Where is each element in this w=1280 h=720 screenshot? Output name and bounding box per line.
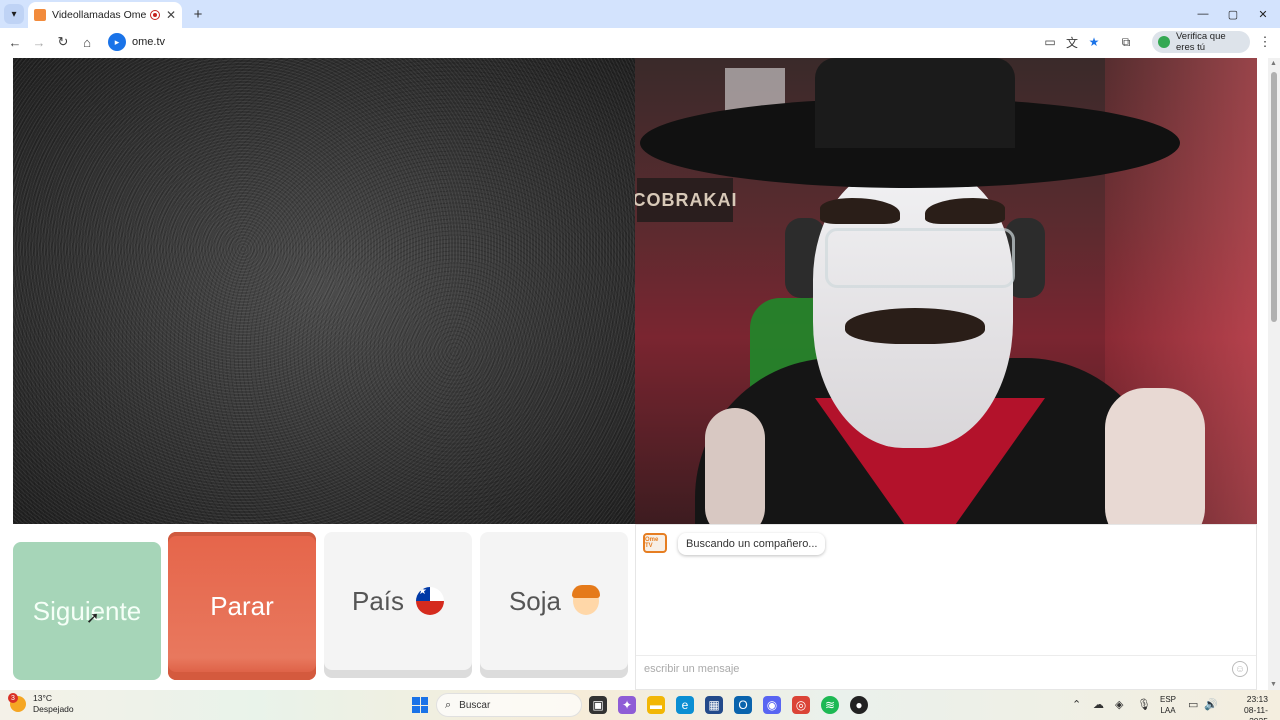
chrome-icon[interactable]: ◎ <box>792 696 810 714</box>
extensions-icon[interactable]: ⧉ <box>1118 34 1134 50</box>
close-window-button[interactable]: ✕ <box>1248 4 1278 24</box>
ometv-favicon-icon <box>34 9 46 21</box>
windows-start-icon[interactable] <box>412 697 428 713</box>
scroll-down-icon[interactable]: ▼ <box>1270 681 1277 688</box>
back-button[interactable]: ← <box>5 32 25 52</box>
clock-time: 23:13 <box>1246 694 1268 704</box>
page-scrollbar[interactable]: ▲ ▼ <box>1268 58 1280 690</box>
ometv-page: COBRAKAI Siguiente Parar País Soja ➚ <box>0 56 1280 690</box>
tab-list-icon[interactable]: ▾ <box>4 4 24 24</box>
language-code: ESP <box>1160 695 1177 704</box>
chat-panel: Ome TV Buscando un compañero... escribir… <box>635 524 1257 690</box>
tab-title: Videollamadas OmeTV — A <box>52 9 146 21</box>
browser-tab-bar: ▾ Videollamadas OmeTV — A ✕ + — ▢ ✕ <box>0 0 1280 28</box>
discord-icon[interactable]: ◉ <box>763 696 781 714</box>
country-button[interactable]: País <box>324 532 472 670</box>
remote-video-hat-crown <box>815 58 1015 148</box>
weather-sun-icon: 3 <box>8 693 26 712</box>
system-clock[interactable]: 23:13 08-11-2025 <box>1226 694 1268 720</box>
scrollbar-thumb[interactable] <box>1271 72 1277 322</box>
country-button-label: País <box>351 585 405 616</box>
browser-tab-ometv[interactable]: Videollamadas OmeTV — A ✕ <box>28 2 182 28</box>
scroll-up-icon[interactable]: ▲ <box>1270 60 1277 67</box>
bookmark-star-icon[interactable]: ★ <box>1086 34 1102 50</box>
windows-taskbar: 3 13°C Despejado ⌕ Buscar ▣ ✦ ▬ e ▦ O ◉ … <box>0 690 1280 720</box>
new-tab-button[interactable]: + <box>188 4 208 24</box>
tab-close-icon[interactable]: ✕ <box>166 8 176 22</box>
boy-emoji-icon <box>572 585 601 615</box>
translate-icon[interactable]: 文 <box>1064 34 1080 50</box>
weather-text: 13°C Despejado <box>33 693 74 715</box>
keyboard-layout: LAA <box>1160 706 1176 715</box>
show-hidden-icons-icon[interactable]: ⌃ <box>1072 698 1081 711</box>
reload-button[interactable]: ↻ <box>53 32 73 52</box>
chat-status-message: Buscando un compañero... <box>678 533 826 555</box>
chat-input-placeholder: escribir un mensaje <box>644 662 740 675</box>
taskbar-search-placeholder: Buscar <box>459 699 491 711</box>
display-icon[interactable]: ▭ <box>1188 698 1198 711</box>
emoji-icon[interactable]: ☺ <box>1232 661 1248 677</box>
maximize-button[interactable]: ▢ <box>1218 4 1248 24</box>
stop-button[interactable]: Parar <box>168 532 316 680</box>
call-controls: Siguiente Parar País Soja ➚ <box>0 524 635 690</box>
profile-avatar-icon <box>1158 36 1170 48</box>
chile-flag-icon <box>416 587 445 615</box>
network-tray-icon[interactable]: ◈ <box>1115 698 1123 711</box>
minimize-button[interactable]: — <box>1188 4 1218 24</box>
copilot-icon[interactable]: ✦ <box>618 696 636 714</box>
local-video-static <box>13 58 635 524</box>
edge-icon[interactable]: e <box>676 696 694 714</box>
gender-button-label: Soja <box>508 585 562 616</box>
chat-message-input[interactable]: escribir un mensaje ☺ <box>636 655 1256 681</box>
file-explorer-icon[interactable]: ▬ <box>647 696 665 714</box>
weather-condition: Despejado <box>33 704 74 714</box>
recording-icon <box>149 10 160 20</box>
microphone-icon[interactable]: 🎙 <box>1137 698 1151 711</box>
remote-video: COBRAKAI <box>635 58 1257 524</box>
browser-toolbar: ← → ↻ ⌂ ▸ ome.tv ▭ 文 ★ ⧉ Verifica que er… <box>0 28 1280 56</box>
ometv-logo-icon: Ome TV <box>643 533 667 553</box>
home-button[interactable]: ⌂ <box>77 32 97 52</box>
volume-icon[interactable]: 🔊 <box>1204 698 1218 711</box>
mouse-cursor-icon: ➚ <box>86 610 100 627</box>
search-icon: ⌕ <box>445 698 452 711</box>
remote-video-person-arm <box>1105 388 1205 524</box>
input-language[interactable]: ESP LAA <box>1160 694 1176 716</box>
gender-button[interactable]: Soja <box>480 532 628 670</box>
verify-chip-label: Verifica que eres tú <box>1176 31 1226 53</box>
forward-button[interactable]: → <box>29 32 49 52</box>
cast-icon[interactable]: ▭ <box>1042 34 1058 50</box>
url-text: ome.tv <box>132 36 166 48</box>
remote-video-mustache <box>845 308 985 344</box>
store-icon[interactable]: ▦ <box>705 696 723 714</box>
stop-button-label: Parar <box>210 590 274 621</box>
remote-video-glasses <box>825 228 1015 288</box>
verify-profile-chip[interactable]: Verifica que eres tú <box>1152 31 1250 53</box>
weather-temp: 13°C <box>33 693 52 703</box>
remote-video-sign: COBRAKAI <box>635 178 737 222</box>
weather-widget[interactable]: 3 13°C Despejado <box>8 693 74 715</box>
spotify-icon[interactable]: ≋ <box>821 696 839 714</box>
remote-video-person-arm-left <box>705 408 765 524</box>
notification-badge: 3 <box>8 693 18 703</box>
browser-menu-icon[interactable]: ⋮ <box>1258 34 1272 50</box>
outlook-icon[interactable]: O <box>734 696 752 714</box>
task-view-icon[interactable]: ▣ <box>589 696 607 714</box>
steam-icon[interactable]: ● <box>850 696 868 714</box>
clock-date: 08-11-2025 <box>1244 705 1268 720</box>
site-info-icon[interactable]: ▸ <box>108 33 126 51</box>
onedrive-icon[interactable]: ☁ <box>1093 698 1104 711</box>
taskbar-search[interactable]: ⌕ Buscar <box>436 693 582 717</box>
address-bar[interactable]: ▸ ome.tv <box>104 30 1144 54</box>
